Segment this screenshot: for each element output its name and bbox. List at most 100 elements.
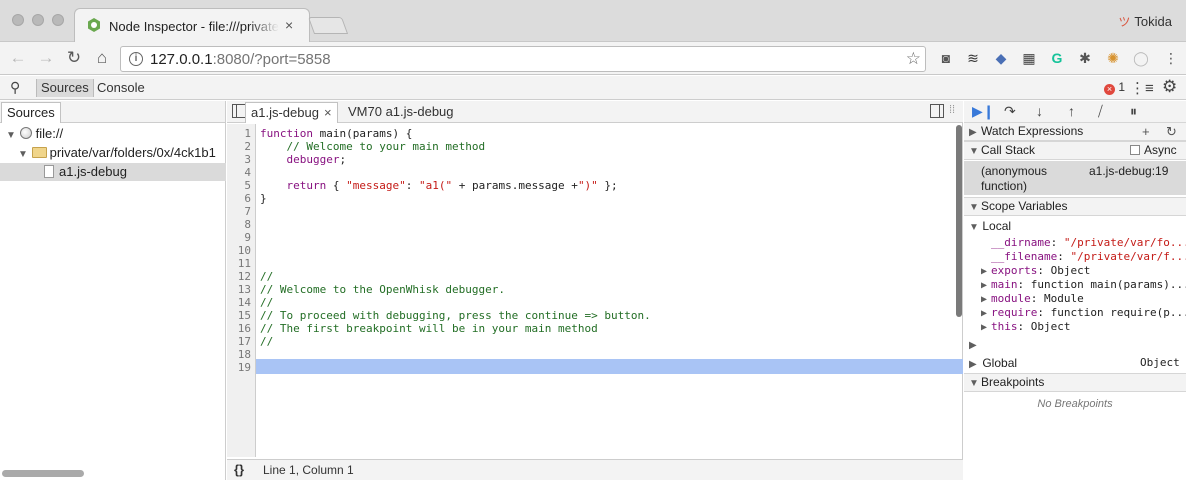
buffer-icon[interactable]: ≋	[964, 49, 982, 67]
bird-icon[interactable]: ◆	[992, 49, 1010, 67]
step-over-icon[interactable]: ↷	[1004, 103, 1016, 120]
expand-triangle-icon[interactable]: ▶	[981, 308, 991, 319]
variable-row[interactable]: ▶ exports: Object	[964, 264, 1186, 277]
pretty-print-button[interactable]: {}	[234, 462, 244, 477]
collapse-triangle-icon[interactable]: ▶	[969, 124, 979, 141]
new-tab-button[interactable]	[307, 17, 349, 34]
menu-icon[interactable]: ⋮	[1162, 49, 1180, 67]
code-line[interactable]: // Welcome to the OpenWhisk debugger.	[260, 283, 505, 296]
variable-row[interactable]: __filename: "/private/var/f...	[964, 250, 1186, 263]
step-into-icon[interactable]: ↓	[1036, 103, 1043, 119]
spider-icon[interactable]: ✺	[1104, 49, 1122, 67]
tree-item-origin[interactable]: ▼ file://	[0, 125, 226, 143]
editor-tab-a1[interactable]: a1.js-debug ×	[245, 102, 338, 123]
tab-console[interactable]: Console	[93, 79, 149, 97]
code-line[interactable]: debugger;	[260, 153, 346, 166]
scope-variables-header[interactable]: ▼ Scope Variables	[964, 197, 1186, 216]
variable-row[interactable]: ▶ module: Module	[964, 292, 1186, 305]
tree-item-file[interactable]: a1.js-debug	[0, 163, 226, 181]
code-token: debugger	[260, 153, 340, 166]
editor-scrollbar[interactable]	[956, 125, 962, 317]
code-line[interactable]: return { "message": "a1(" + params.messa…	[260, 179, 617, 192]
scope-closure[interactable]: ▶	[964, 337, 1186, 351]
toggle-navigator-icon[interactable]	[232, 104, 246, 118]
expand-triangle-icon[interactable]: ▶	[981, 280, 991, 291]
profile-button[interactable]: ツ Tokida	[1118, 13, 1172, 30]
expand-triangle-icon[interactable]: ▼	[969, 199, 979, 216]
expand-triangle-icon[interactable]: ▼	[18, 146, 28, 162]
breakpoints-header[interactable]: ▼ Breakpoints	[964, 373, 1186, 392]
collapse-triangle-icon[interactable]: ▶	[969, 359, 979, 370]
expand-triangle-icon[interactable]: ▼	[969, 143, 979, 160]
expand-triangle-icon[interactable]: ▶	[981, 294, 991, 305]
scope-label: Local	[982, 219, 1012, 233]
code-line[interactable]: }	[260, 192, 267, 205]
code-line[interactable]: function main(params) {	[260, 127, 412, 140]
code-line[interactable]: //	[260, 335, 273, 348]
close-icon[interactable]: ×	[324, 105, 332, 120]
resume-icon[interactable]: ▶❙	[972, 103, 995, 120]
settings-gear-icon[interactable]: ⚙	[1162, 77, 1177, 97]
line-gutter[interactable]: 1 2 3 4 5 6 7 8 9 10 11 12 13 14 15 16 1…	[227, 124, 256, 457]
add-watch-icon[interactable]: +	[1142, 123, 1150, 140]
navigator-scrollbar[interactable]	[2, 470, 84, 477]
drag-handle-icon[interactable]: ⁞⁞	[949, 104, 955, 116]
browser-tab[interactable]: Node Inspector - file:///private/var/fol…	[74, 8, 310, 42]
async-checkbox[interactable]	[1130, 145, 1140, 155]
profile-name: Tokida	[1134, 14, 1172, 29]
code-token: ")"	[577, 179, 598, 192]
scope-global[interactable]: ▶ Global Object	[964, 356, 1186, 370]
tab-close-icon[interactable]: ×	[285, 17, 293, 33]
collapse-triangle-icon[interactable]: ▶	[969, 340, 979, 351]
tree-item-folder[interactable]: ▼ private/var/folders/0x/4ck1b1	[0, 144, 226, 162]
grammarly-icon[interactable]: G	[1048, 49, 1066, 67]
code-line[interactable]: //	[260, 270, 273, 283]
expand-triangle-icon[interactable]: ▼	[969, 375, 979, 392]
call-stack-header[interactable]: ▼ Call Stack Async	[964, 141, 1186, 160]
code-line[interactable]: // To proceed with debugging, press the …	[260, 309, 651, 322]
editor-tab-vm70[interactable]: VM70 a1.js-debug	[343, 102, 459, 123]
call-frame-location[interactable]: a1.js-debug:19	[1089, 164, 1168, 178]
pause-on-exceptions-icon[interactable]: ⏸	[1130, 103, 1137, 120]
code-line[interactable]: // The first breakpoint will be in your …	[260, 322, 598, 335]
line-number: 14	[237, 296, 251, 309]
console-drawer-icon[interactable]: ⋮≡	[1130, 79, 1154, 97]
refresh-watch-icon[interactable]: ↻	[1166, 123, 1177, 140]
scope-local[interactable]: ▼ Local	[964, 219, 1186, 233]
code-line[interactable]: //	[260, 296, 273, 309]
variable-row[interactable]: ▶ require: function require(p...	[964, 306, 1186, 319]
expand-triangle-icon[interactable]: ▶	[981, 322, 991, 333]
watch-expressions-header[interactable]: ▶ Watch Expressions + ↻	[964, 122, 1186, 141]
variable-row[interactable]: ▶ this: Object	[964, 320, 1186, 333]
forward-icon[interactable]: →	[36, 48, 56, 68]
current-execution-line	[256, 359, 963, 374]
error-counter[interactable]: × 1	[1104, 80, 1125, 95]
search-icon[interactable]: ⚲	[10, 79, 20, 96]
tab-sources[interactable]: Sources	[36, 79, 94, 97]
variable-row[interactable]: __dirname: "/private/var/fo...	[964, 236, 1186, 249]
toggle-debugger-icon[interactable]	[930, 104, 944, 118]
zoom-window-button[interactable]	[52, 14, 64, 26]
address-bar[interactable]: i 127.0.0.1:8080/?port=5858 ☆	[120, 46, 926, 72]
step-out-icon[interactable]: ↑	[1068, 103, 1075, 119]
home-icon[interactable]: ⌂	[92, 48, 112, 68]
expand-triangle-icon[interactable]: ▼	[6, 127, 16, 143]
call-frame[interactable]: (anonymous function) a1.js-debug:19	[964, 161, 1186, 195]
film-icon[interactable]: ▦	[1020, 49, 1038, 67]
expand-triangle-icon[interactable]: ▶	[981, 266, 991, 277]
pocket-icon[interactable]: ◙	[937, 49, 955, 67]
close-window-button[interactable]	[12, 14, 24, 26]
minimize-window-button[interactable]	[32, 14, 44, 26]
reload-icon[interactable]: ↻	[64, 48, 84, 68]
bug-icon[interactable]: ✱	[1076, 49, 1094, 67]
circle-icon[interactable]: ◯	[1132, 49, 1150, 67]
code-line[interactable]: // Welcome to your main method	[260, 140, 485, 153]
variable-row[interactable]: ▶ main: function main(params)...	[964, 278, 1186, 291]
navigator-tab-sources[interactable]: Sources	[1, 102, 61, 123]
info-icon[interactable]: i	[129, 52, 143, 66]
deactivate-breakpoints-icon[interactable]: ⧸	[1098, 103, 1103, 120]
back-icon[interactable]: ←	[8, 48, 28, 68]
url-text[interactable]: 127.0.0.1:8080/?port=5858	[150, 51, 331, 68]
bookmark-star-icon[interactable]: ☆	[906, 49, 921, 69]
expand-triangle-icon[interactable]: ▼	[969, 222, 979, 233]
